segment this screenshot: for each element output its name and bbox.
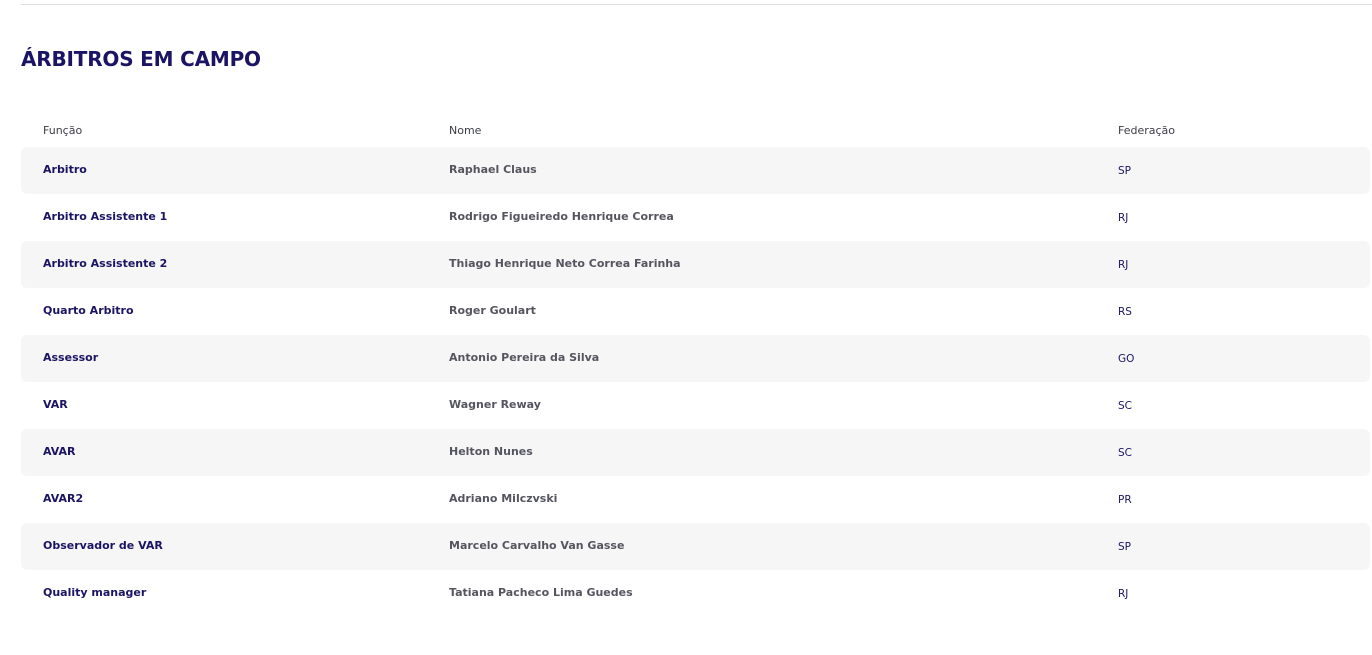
row-federacao: RJ [1118,588,1129,600]
header-funcao: Função [43,124,83,137]
row-funcao: AVAR2 [43,492,84,505]
row-nome: Roger Goulart [449,304,536,317]
row-nome: Thiago Henrique Neto Correa Farinha [449,257,681,270]
table-row: Arbitro Raphael Claus SP [21,147,1370,194]
top-divider [21,4,1372,5]
row-federacao: SP [1118,165,1131,177]
row-nome: Adriano Milczvski [449,492,558,505]
row-federacao: PR [1118,494,1132,506]
header-nome: Nome [449,124,482,137]
row-nome: Rodrigo Figueiredo Henrique Correa [449,210,674,223]
table-row: VAR Wagner Reway SC [21,382,1370,429]
row-funcao: Arbitro Assistente 1 [43,210,168,223]
row-funcao: AVAR [43,445,76,458]
row-federacao: RS [1118,306,1132,318]
section-title: ÁRBITROS EM CAMPO [21,47,261,71]
row-federacao: RJ [1118,259,1129,271]
header-federacao: Federação [1118,124,1176,137]
referees-page: ÁRBITROS EM CAMPO Função Nome Federação … [0,0,1372,655]
row-federacao: GO [1118,353,1135,365]
row-federacao: RJ [1118,212,1129,224]
row-funcao: Quarto Arbitro [43,304,134,317]
table-row: Quarto Arbitro Roger Goulart RS [21,288,1370,335]
row-nome: Antonio Pereira da Silva [449,351,600,364]
row-funcao: Observador de VAR [43,539,163,552]
table-row: AVAR2 Adriano Milczvski PR [21,476,1370,523]
row-federacao: SC [1118,447,1132,459]
table-row: Assessor Antonio Pereira da Silva GO [21,335,1370,382]
row-nome: Marcelo Carvalho Van Gasse [449,539,625,552]
row-nome: Helton Nunes [449,445,533,458]
row-funcao: Assessor [43,351,99,364]
row-funcao: Arbitro Assistente 2 [43,257,168,270]
table-row: Observador de VAR Marcelo Carvalho Van G… [21,523,1370,570]
row-funcao: Arbitro [43,163,87,176]
row-funcao: VAR [43,398,68,411]
row-federacao: SC [1118,400,1132,412]
table-header: Função Nome Federação [21,118,1370,147]
row-nome: Tatiana Pacheco Lima Guedes [449,586,633,599]
table-row: AVAR Helton Nunes SC [21,429,1370,476]
table-row: Arbitro Assistente 1 Rodrigo Figueiredo … [21,194,1370,241]
table-row: Arbitro Assistente 2 Thiago Henrique Net… [21,241,1370,288]
row-nome: Raphael Claus [449,163,537,176]
row-federacao: SP [1118,541,1131,553]
row-funcao: Quality manager [43,586,147,599]
row-nome: Wagner Reway [449,398,541,411]
referees-table: Função Nome Federação Arbitro Raphael Cl… [21,118,1370,617]
table-row: Quality manager Tatiana Pacheco Lima Gue… [21,570,1370,617]
